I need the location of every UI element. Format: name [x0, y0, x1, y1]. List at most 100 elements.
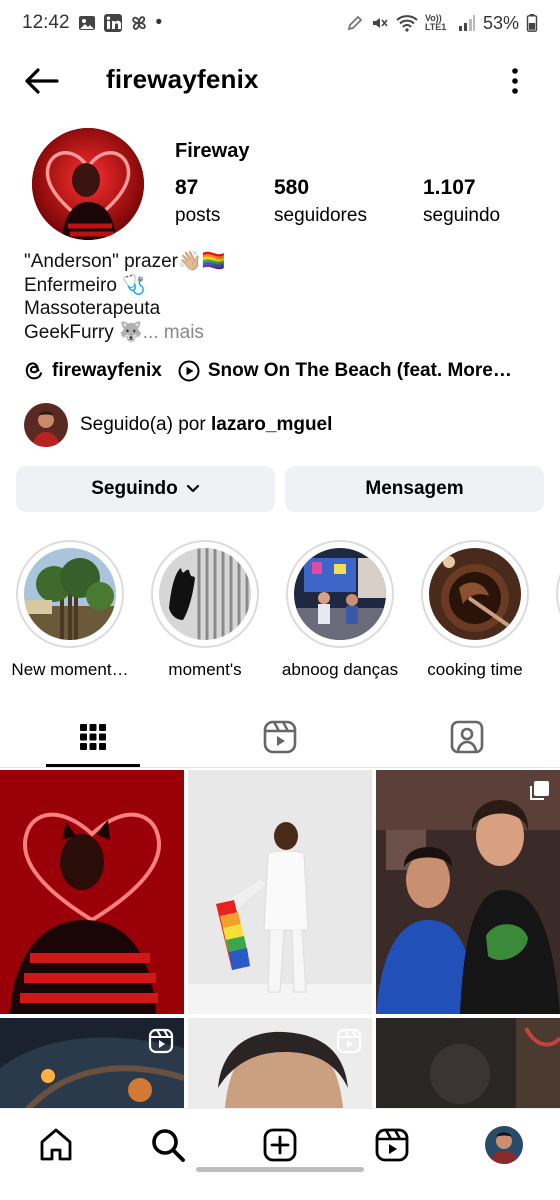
back-arrow-icon [25, 68, 59, 94]
pinwheel-icon [131, 16, 146, 30]
wifi-icon [396, 15, 418, 32]
grid-post[interactable] [376, 770, 560, 1014]
highlight-item[interactable]: moment's [137, 540, 273, 680]
following-button[interactable]: Seguindo [16, 466, 275, 512]
play-circle-icon [178, 360, 200, 382]
home-icon [40, 1128, 72, 1161]
nav-home[interactable] [34, 1123, 78, 1167]
nav-profile[interactable] [482, 1123, 526, 1167]
nav-create[interactable] [258, 1123, 302, 1167]
posts-label: posts [175, 205, 221, 226]
profile-avatar [485, 1126, 523, 1164]
tab-tagged[interactable] [374, 708, 560, 766]
reel-badge-icon [148, 1028, 174, 1054]
threads-link[interactable]: firewayfenix [24, 360, 162, 382]
message-label: Mensagem [365, 478, 464, 499]
nav-reels[interactable] [370, 1123, 414, 1167]
highlight-cover [294, 548, 386, 640]
grid-icon [80, 724, 106, 750]
tagged-icon [450, 720, 484, 754]
bio-line: Enfermeiro 🩺 [24, 274, 146, 296]
highlight-label: moment's [168, 660, 242, 679]
search-icon [152, 1129, 185, 1162]
active-tab-indicator [46, 764, 140, 767]
network-label: Vo)) LTE1 [424, 13, 447, 32]
grid-post[interactable] [0, 770, 184, 1014]
profile-username: firewayfenix [106, 64, 259, 94]
status-dot: • [155, 12, 163, 33]
grid-post[interactable] [188, 1018, 372, 1110]
highlight-ring [286, 540, 394, 648]
avatar-image [32, 128, 144, 240]
follower-avatar-image [24, 403, 68, 447]
highlight-item[interactable] [542, 540, 560, 648]
followed-by[interactable]: Seguido(a) por lazaro_mguel [24, 403, 332, 447]
profile-links-row: firewayfenix Snow On The Beach (feat. Mo… [24, 360, 512, 382]
bio-line-text: GeekFurry 🐺 [24, 321, 143, 343]
music-link[interactable]: Snow On The Beach (feat. More… [178, 360, 512, 382]
highlight-item[interactable]: cooking time [407, 540, 543, 680]
tab-posts-grid[interactable] [0, 708, 186, 766]
post-thumbnail [376, 770, 560, 1014]
mute-icon [372, 18, 388, 28]
display-name: Fireway [175, 140, 250, 162]
followed-by-text: Seguido(a) por lazaro_mguel [80, 414, 332, 436]
stat-posts[interactable]: 87 posts [175, 176, 220, 227]
reels-icon [263, 720, 297, 754]
profile-tabs [0, 708, 560, 768]
tab-reels[interactable] [187, 708, 373, 766]
highlight-label: cooking time [427, 660, 523, 679]
follower-avatar [24, 403, 68, 447]
reels-icon [375, 1128, 409, 1162]
chevron-down-icon [186, 484, 199, 493]
carousel-icon [530, 781, 549, 800]
pencil-icon [347, 15, 363, 31]
stat-following[interactable]: 1.107 seguindo [423, 176, 500, 227]
profile-bio: "Anderson" prazer👋🏼🏳️‍🌈 Enfermeiro 🩺 Mas… [24, 250, 225, 344]
posts-grid [0, 770, 560, 1110]
highlight-ring [16, 540, 124, 648]
bio-line: Massoterapeuta [24, 298, 161, 319]
grid-post[interactable] [0, 1018, 184, 1110]
highlight-label: abnoog danças [281, 660, 399, 679]
music-title: Snow On The Beach (feat. More… [207, 360, 512, 381]
highlight-item[interactable]: abnoog danças [272, 540, 408, 680]
message-button[interactable]: Mensagem [285, 466, 544, 512]
bio-line: GeekFurry 🐺... mais [24, 321, 225, 345]
following-label: Seguindo [91, 478, 178, 499]
followed-by-user[interactable]: lazaro_mguel [211, 414, 332, 435]
grid-post[interactable] [188, 770, 372, 1014]
following-label: seguindo [423, 205, 501, 226]
followed-by-prefix: Seguido(a) por [80, 414, 211, 435]
highlight-ring [151, 540, 259, 648]
highlight-ring [421, 540, 529, 648]
followers-label: seguidores [274, 205, 367, 226]
highlight-cover [159, 548, 251, 640]
reel-badge-icon [336, 1028, 362, 1054]
stat-followers[interactable]: 580 seguidores [274, 176, 367, 227]
back-button[interactable] [22, 64, 60, 98]
linkedin-icon [103, 14, 122, 32]
status-time: 12:42 [22, 12, 70, 33]
grid-post[interactable] [376, 1018, 560, 1110]
battery-percent: 53% [482, 12, 519, 33]
posts-count: 87 [175, 176, 199, 199]
bio-more-link[interactable]: ... mais [143, 322, 204, 343]
following-count: 1.107 [423, 176, 476, 199]
image-icon [78, 16, 95, 30]
highlight-cover [24, 548, 116, 640]
more-vertical-icon [512, 68, 518, 94]
home-indicator[interactable] [196, 1167, 364, 1172]
battery-icon [526, 14, 538, 32]
post-thumbnail [376, 1018, 560, 1110]
bio-line: "Anderson" prazer👋🏼🏳️‍🌈 [24, 251, 226, 272]
bottom-navigation [0, 1108, 560, 1180]
post-thumbnail [0, 770, 184, 1014]
status-bar: 12:42 • Vo)) LTE1 53% [0, 0, 560, 46]
profile-avatar[interactable] [32, 128, 144, 240]
create-icon [263, 1128, 297, 1162]
nav-search[interactable] [146, 1123, 190, 1167]
threads-handle: firewayfenix [52, 360, 162, 381]
highlight-item[interactable]: New moment… [2, 540, 138, 680]
more-options-button[interactable] [508, 64, 522, 98]
